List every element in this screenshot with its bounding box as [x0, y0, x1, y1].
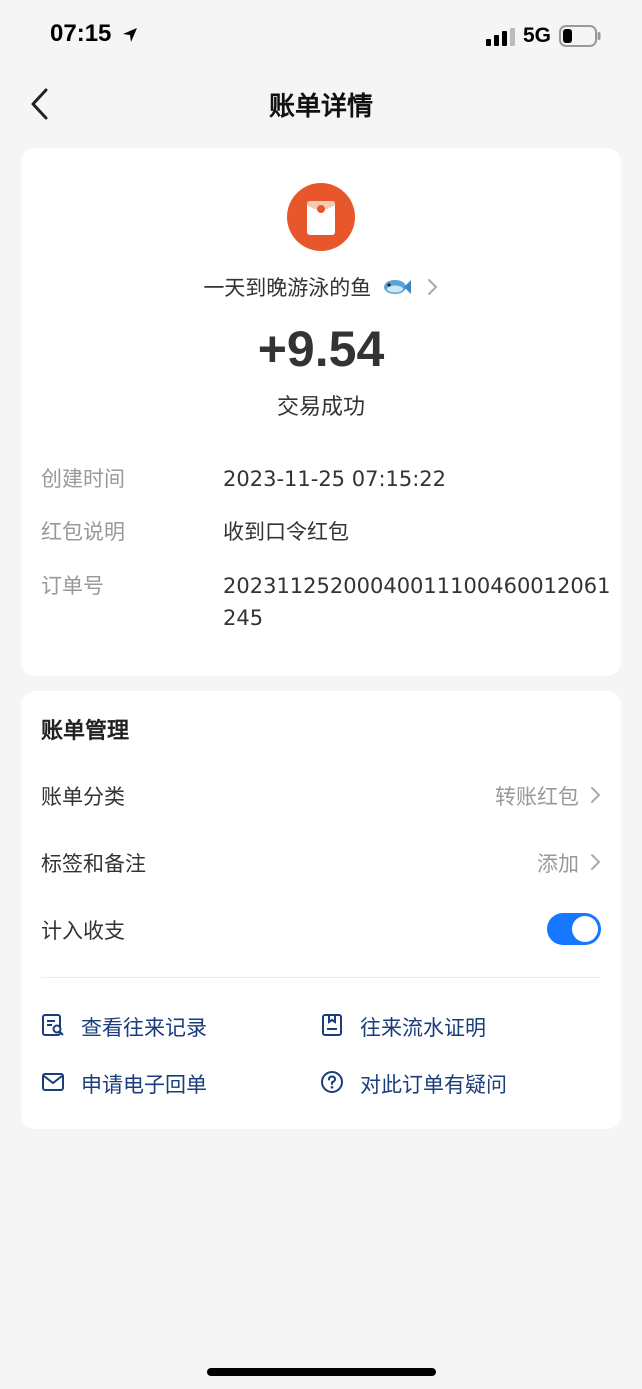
- payer-name: 一天到晚游泳的鱼: [203, 276, 372, 300]
- chevron-right-icon: [591, 854, 601, 870]
- cellular-signal-icon: [486, 28, 515, 46]
- chevron-right-icon: [591, 787, 601, 803]
- detail-label: 红包说明: [41, 520, 125, 544]
- chevron-right-icon: [427, 279, 438, 295]
- count-in-balance-row: 计入收支: [41, 909, 601, 949]
- action-label: 查看往来记录: [81, 1016, 207, 1040]
- detail-label: 创建时间: [41, 467, 125, 491]
- statement-doc-icon: [322, 1014, 342, 1036]
- order-question-button[interactable]: 对此订单有疑问: [320, 1064, 560, 1100]
- detail-label: 订单号: [41, 574, 104, 598]
- divider: [41, 977, 601, 978]
- count-in-balance-toggle[interactable]: [547, 913, 601, 945]
- battery-icon: [559, 25, 601, 47]
- row-value: 转账红包: [495, 785, 579, 809]
- detail-value: 收到口令红包: [223, 520, 349, 544]
- action-label: 申请电子回单: [81, 1073, 207, 1097]
- view-history-button[interactable]: 查看往来记录: [41, 1007, 281, 1043]
- location-arrow-icon: [123, 28, 137, 42]
- row-label: 账单分类: [41, 785, 125, 809]
- bill-summary-card: 一天到晚游泳的鱼 +9.54 交易成功 创建时间 2023-11-25 07:1…: [21, 148, 621, 676]
- transaction-status: 交易成功: [276, 395, 365, 420]
- action-label: 往来流水证明: [360, 1016, 486, 1040]
- nav-bar: 账单详情: [0, 72, 642, 136]
- row-value: 添加: [537, 852, 579, 876]
- status-bar: 07:15 5G: [0, 0, 642, 72]
- bill-management-card: 账单管理 账单分类 转账红包 标签和备注 添加 计入收支 查看往来记录 往来流水…: [21, 691, 621, 1129]
- row-label: 标签和备注: [41, 852, 146, 876]
- question-circle-icon: [321, 1071, 343, 1093]
- row-label: 计入收支: [41, 919, 125, 943]
- e-receipt-button[interactable]: 申请电子回单: [41, 1064, 281, 1100]
- bill-category-row[interactable]: 账单分类 转账红包: [41, 775, 601, 815]
- red-packet-icon: [287, 183, 355, 251]
- mail-icon: [42, 1073, 64, 1091]
- transaction-amount: +9.54: [257, 321, 385, 377]
- statement-proof-button[interactable]: 往来流水证明: [320, 1007, 560, 1043]
- section-title: 账单管理: [41, 719, 130, 744]
- tags-notes-row[interactable]: 标签和备注 添加: [41, 842, 601, 882]
- record-search-icon: [42, 1014, 64, 1036]
- status-time: 07:15: [50, 20, 112, 47]
- toggle-knob: [572, 916, 598, 942]
- network-type: 5G: [523, 24, 552, 47]
- detail-value: 20231125200040011100460012061245: [223, 574, 611, 630]
- action-label: 对此订单有疑问: [360, 1073, 507, 1097]
- payer-row[interactable]: 一天到晚游泳的鱼: [21, 272, 621, 302]
- detail-value: 2023-11-25 07:15:22: [223, 467, 447, 491]
- page-title: 账单详情: [268, 92, 373, 122]
- home-indicator[interactable]: [207, 1368, 436, 1376]
- fish-emoji-icon: [384, 280, 411, 294]
